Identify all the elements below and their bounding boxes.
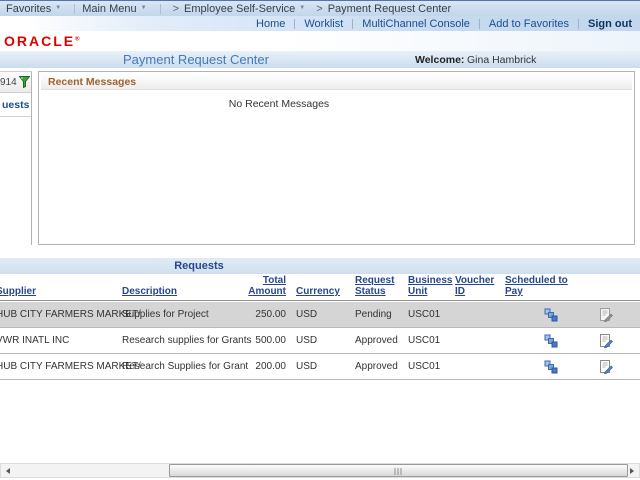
recent-messages-header: Recent Messages <box>41 74 632 90</box>
column-header-total-amount[interactable]: Total Amount <box>225 275 286 297</box>
table-row[interactable]: VWR INATL INC Research supplies for Gran… <box>0 328 640 354</box>
scrollbar-left-arrow-icon[interactable] <box>2 464 15 477</box>
cell-request-status: Pending <box>355 302 405 327</box>
cell-total-amount: 200.00 <box>225 354 286 379</box>
cell-business-unit: USC01 <box>408 328 454 353</box>
add-to-favorites-link[interactable]: Add to Favorites <box>489 18 569 30</box>
cell-supplier: VWR INATL INC <box>0 328 120 353</box>
dropdown-arrow-icon: ▼ <box>55 5 61 11</box>
title-bar: Payment Request Center Welcome: Gina Ham… <box>0 51 640 68</box>
breadcrumb-path-separator: > <box>316 3 322 15</box>
breadcrumb-payment-request-center[interactable]: Payment Request Center <box>328 3 452 15</box>
filter-icon[interactable] <box>19 76 30 91</box>
link-separator <box>578 19 579 29</box>
cell-total-amount: 500.00 <box>225 328 286 353</box>
breadcrumb-employee-self-service[interactable]: Employee Self-Service <box>184 3 295 15</box>
request-id-fragment: 914 <box>0 77 17 88</box>
recent-messages-panel: Recent Messages No Recent Messages <box>38 71 635 245</box>
related-actions-icon[interactable] <box>541 328 561 353</box>
cell-currency: USD <box>296 302 341 327</box>
left-pane: 914 uests <box>0 71 32 245</box>
link-separator <box>479 19 480 29</box>
link-separator <box>294 19 295 29</box>
dropdown-arrow-icon: ▼ <box>299 5 305 11</box>
oracle-logo: ORACLE® <box>4 33 80 49</box>
edit-request-icon[interactable] <box>596 354 616 379</box>
cell-business-unit: USC01 <box>408 354 454 379</box>
related-actions-icon[interactable] <box>541 302 561 327</box>
column-header-scheduled-to-pay[interactable]: Scheduled to Pay <box>505 275 577 297</box>
column-header-currency[interactable]: Currency <box>296 286 341 297</box>
requests-nav-link[interactable]: uests <box>2 99 29 111</box>
left-pane-requests-row: uests <box>0 93 31 117</box>
breadcrumb-separator <box>74 4 75 14</box>
link-separator <box>352 19 353 29</box>
cell-supplier: HUB CITY FARMERS MARKET/ <box>0 354 120 379</box>
welcome-label: Welcome: <box>415 54 464 66</box>
cell-currency: USD <box>296 328 341 353</box>
breadcrumb-separator <box>160 4 161 14</box>
page-title: Payment Request Center <box>115 52 277 67</box>
breadcrumb-main-menu[interactable]: Main Menu <box>82 3 136 15</box>
cell-total-amount: 250.00 <box>225 302 286 327</box>
header-links-bar: Home Worklist MultiChannel Console Add t… <box>0 16 640 31</box>
home-link[interactable]: Home <box>256 18 285 30</box>
scrollbar-grip-icon <box>394 468 403 475</box>
scrollbar-thumb[interactable] <box>169 464 628 477</box>
table-row[interactable]: HUB CITY FARMERS MARKET/ Supplies for Pr… <box>0 302 640 328</box>
scrollbar-right-arrow-icon[interactable] <box>625 464 638 477</box>
cell-business-unit: USC01 <box>408 302 454 327</box>
column-header-supplier[interactable]: Supplier <box>0 286 120 297</box>
worklist-link[interactable]: Worklist <box>304 18 343 30</box>
related-actions-icon[interactable] <box>541 354 561 379</box>
payment-request-center-screen: Favorites ▼ Main Menu ▼ > Employee Self-… <box>0 0 640 480</box>
requests-section-bar: Requests <box>0 258 640 274</box>
logo-band: ORACLE® <box>0 31 640 51</box>
cell-currency: USD <box>296 354 341 379</box>
no-recent-messages-text: No Recent Messages <box>224 98 334 110</box>
multichannel-console-link[interactable]: MultiChannel Console <box>362 18 470 30</box>
column-header-request-status[interactable]: Request Status <box>355 275 405 297</box>
breadcrumb-path-separator: > <box>173 3 179 15</box>
dropdown-arrow-icon: ▼ <box>141 5 147 11</box>
edit-request-icon[interactable] <box>596 302 616 327</box>
requests-section-title: Requests <box>0 258 398 274</box>
cell-request-status: Approved <box>355 328 405 353</box>
edit-request-icon[interactable] <box>596 328 616 353</box>
breadcrumb: Favorites ▼ Main Menu ▼ > Employee Self-… <box>0 0 640 16</box>
left-pane-id-row: 914 <box>0 72 31 93</box>
sign-out-link[interactable]: Sign out <box>588 18 632 30</box>
table-row[interactable]: HUB CITY FARMERS MARKET/ Research Suppli… <box>0 354 640 380</box>
breadcrumb-favorites[interactable]: Favorites <box>6 3 51 15</box>
cell-request-status: Approved <box>355 354 405 379</box>
horizontal-scrollbar[interactable] <box>0 463 640 478</box>
requests-table-header: Supplier Description Total Amount Curren… <box>0 274 640 301</box>
cell-supplier: HUB CITY FARMERS MARKET/ <box>0 302 120 327</box>
welcome-user-name: Gina Hambrick <box>467 54 536 66</box>
column-header-business-unit[interactable]: Business Unit <box>408 275 454 297</box>
column-header-voucher-id[interactable]: Voucher ID <box>455 275 503 297</box>
